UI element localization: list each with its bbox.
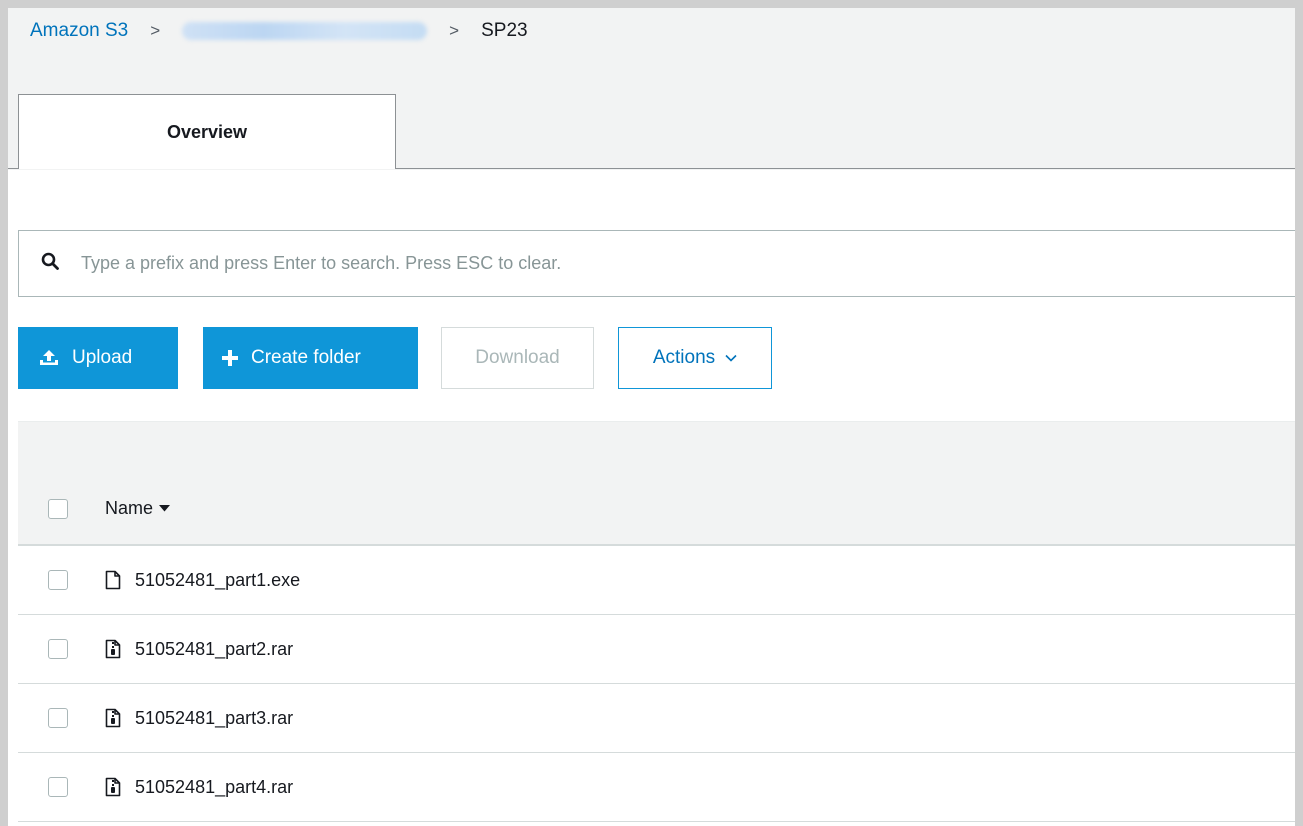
breadcrumb-current: SP23 [481, 20, 528, 41]
search-bar [18, 230, 1295, 297]
objects-table: Name 51052481_part1.exe 51052481_part2.r… [18, 473, 1295, 822]
breadcrumb-separator: > [150, 21, 161, 40]
chevron-down-icon [725, 354, 737, 362]
table-row[interactable]: 51052481_part2.rar [18, 615, 1295, 684]
table-header-row: Name [18, 473, 1295, 546]
table-row[interactable]: 51052481_part4.rar [18, 753, 1295, 822]
download-button[interactable]: Download [441, 327, 594, 389]
archive-file-icon [105, 777, 121, 797]
breadcrumb-separator: > [449, 21, 460, 40]
select-all-checkbox[interactable] [48, 498, 68, 519]
name-column-header-label: Name [105, 498, 154, 518]
file-name-link[interactable]: 51052481_part2.rar [135, 639, 293, 660]
breadcrumb: Amazon S3 > > SP23 [30, 20, 528, 42]
row-checkbox[interactable] [48, 777, 68, 797]
create-folder-button[interactable]: Create folder [203, 327, 418, 389]
archive-file-icon [105, 708, 121, 728]
sort-down-icon [159, 505, 171, 512]
row-checkbox[interactable] [48, 639, 68, 659]
window-frame-right [1295, 0, 1303, 826]
breadcrumb-root-link[interactable]: Amazon S3 [30, 20, 128, 42]
row-checkbox[interactable] [48, 570, 68, 590]
create-folder-button-label: Create folder [251, 347, 361, 368]
file-name-link[interactable]: 51052481_part4.rar [135, 777, 293, 798]
table-row[interactable]: 51052481_part1.exe [18, 546, 1295, 615]
actions-button-label: Actions [652, 347, 716, 368]
breadcrumb-bucket-link-redacted[interactable] [182, 22, 428, 40]
file-name-link[interactable]: 51052481_part3.rar [135, 708, 293, 729]
tab-overview[interactable]: Overview [18, 94, 396, 169]
search-input[interactable] [81, 243, 1295, 284]
actions-dropdown-button[interactable]: Actions [618, 327, 772, 389]
download-button-label: Download [475, 347, 560, 368]
plus-icon [221, 349, 239, 367]
name-column-header[interactable]: Name [105, 498, 171, 519]
upload-button-label: Upload [72, 347, 133, 368]
upload-button[interactable]: Upload [18, 327, 178, 389]
search-icon [41, 252, 81, 275]
archive-file-icon [105, 639, 121, 659]
table-toolbar-band [18, 421, 1295, 474]
table-row[interactable]: 51052481_part3.rar [18, 684, 1295, 753]
file-name-link[interactable]: 51052481_part1.exe [135, 570, 300, 591]
file-icon [105, 570, 121, 590]
row-checkbox[interactable] [48, 708, 68, 728]
upload-icon [38, 348, 60, 368]
